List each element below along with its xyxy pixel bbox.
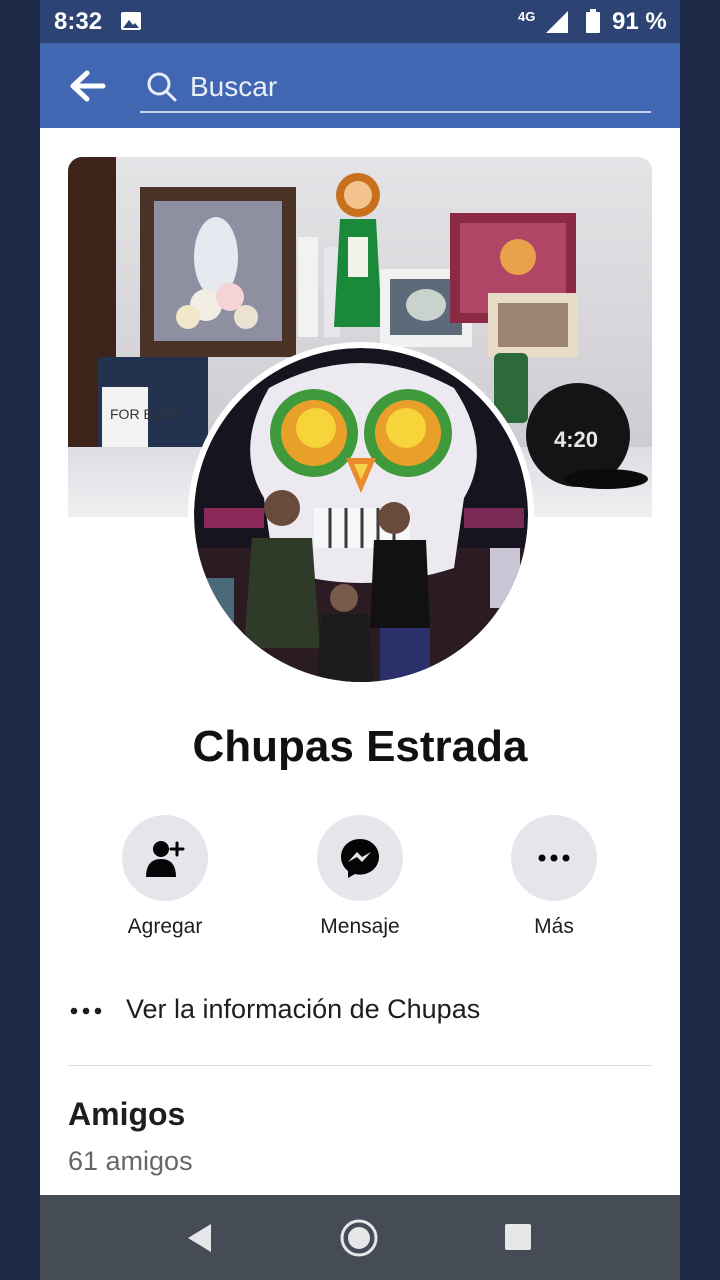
divider: [68, 1065, 652, 1066]
nav-home-icon[interactable]: [339, 1218, 379, 1258]
add-friend-icon: [146, 841, 185, 877]
system-nav-bar: [40, 1195, 680, 1280]
battery-icon: [586, 9, 600, 33]
status-bar: 8:32 4G 91 %: [40, 0, 680, 43]
cap-text: 4:20: [554, 427, 598, 452]
message-button[interactable]: Mensaje: [295, 815, 425, 939]
app-header: Buscar: [40, 43, 680, 128]
friends-title[interactable]: Amigos: [68, 1096, 185, 1133]
messenger-icon: [341, 839, 379, 878]
search-placeholder: Buscar: [190, 71, 278, 102]
more-label: Más: [534, 915, 574, 938]
profile-name: Chupas Estrada: [192, 722, 528, 771]
see-about-label: Ver la información de Chupas: [126, 994, 481, 1024]
add-friend-circle: [122, 815, 208, 901]
add-friend-label: Agregar: [127, 915, 203, 938]
profile-photo-image: [194, 348, 528, 682]
nav-recents-icon[interactable]: [505, 1224, 531, 1250]
cover-text-forever: FOR EVER: [110, 406, 182, 422]
profile-photo[interactable]: [188, 342, 534, 688]
network-type: 4G: [518, 9, 536, 24]
search-icon: [147, 72, 177, 102]
message-label: Mensaje: [320, 915, 400, 938]
back-arrow-icon[interactable]: [70, 69, 106, 103]
signal-icon: [546, 11, 568, 33]
more-circle: [511, 815, 597, 901]
friends-count: 61 amigos: [68, 1146, 193, 1176]
photo-icon: [121, 12, 141, 30]
battery-level: 91 %: [612, 8, 667, 35]
profile-screen: 8:32 4G 91 % Buscar FOR EVER 4:20 Chupas…: [40, 0, 680, 1280]
search-input[interactable]: Buscar: [140, 63, 651, 113]
message-circle: [317, 815, 403, 901]
status-time: 8:32: [54, 8, 103, 35]
more-button[interactable]: Más: [489, 815, 619, 939]
more-dots-icon: [70, 1007, 102, 1015]
see-about-info[interactable]: Ver la información de Chupas: [68, 985, 652, 1037]
more-icon: [538, 854, 570, 862]
nav-back-icon[interactable]: [185, 1222, 213, 1254]
add-friend-button[interactable]: Agregar: [100, 815, 230, 939]
